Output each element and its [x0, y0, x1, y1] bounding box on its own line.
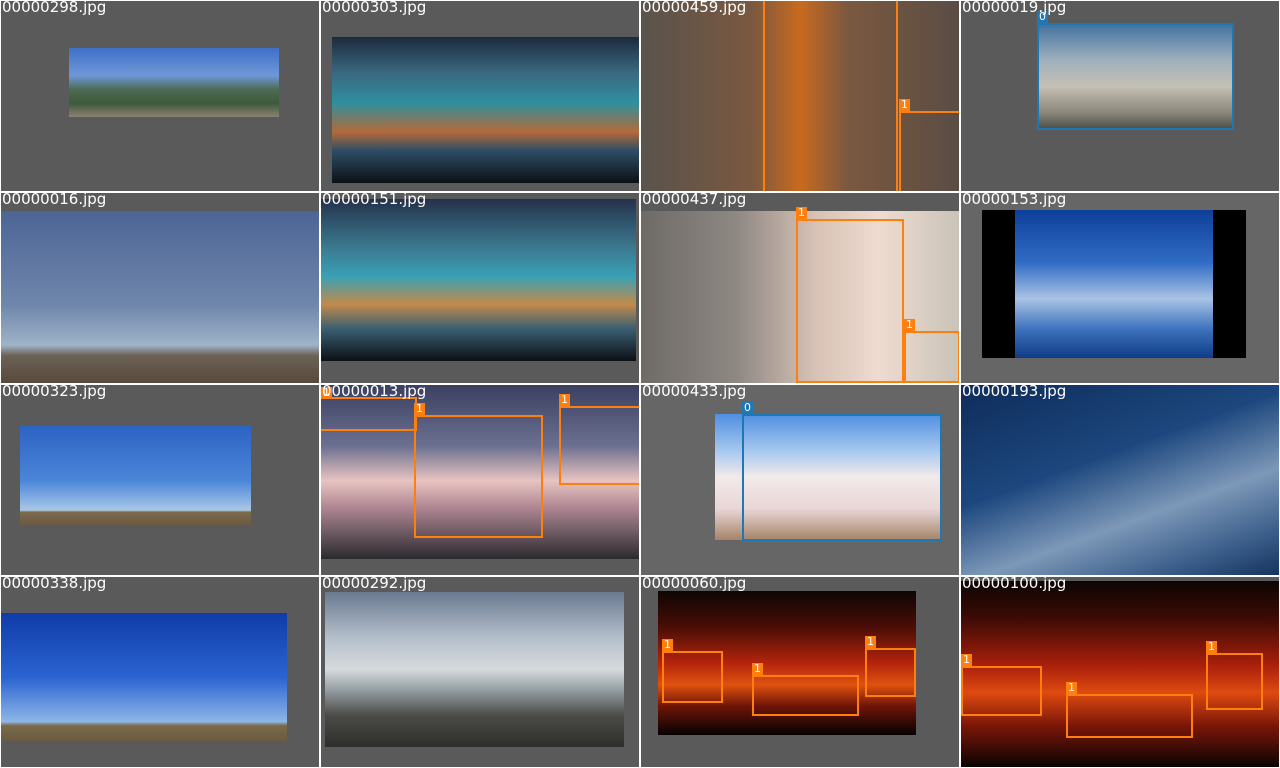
detection-box: [414, 415, 543, 538]
detection-label: 1: [904, 318, 915, 331]
image-mosaic: 00000298.jpg 00000303.jpg 1 00000459.jpg…: [0, 0, 1280, 768]
detection-box: [1037, 23, 1234, 130]
filename-label: 00000433.jpg: [642, 385, 747, 400]
detection-label: 1: [662, 638, 673, 651]
detection-box: [899, 111, 959, 191]
detection-box: [1206, 653, 1263, 710]
tile-00000193[interactable]: 00000193.jpg: [961, 385, 1279, 575]
detection-label: 1: [752, 662, 763, 675]
detection-label: 1: [414, 402, 425, 415]
detection-box: [763, 1, 898, 191]
tile-00000292[interactable]: 00000292.jpg: [321, 577, 639, 767]
filename-label: 00000193.jpg: [962, 385, 1067, 400]
detection-box: [752, 675, 859, 716]
detection-label: 1: [796, 206, 807, 219]
tile-00000013[interactable]: 1 1 1 00000013.jpg: [321, 385, 639, 575]
mountain-photo: [69, 48, 279, 117]
detection-box: [796, 219, 904, 383]
horizon-sky-photo: [1, 211, 319, 383]
sunset-sky-photo: [321, 199, 636, 361]
filename-label: 00000016.jpg: [2, 193, 107, 208]
filename-label: 00000151.jpg: [322, 193, 427, 208]
detection-box: [865, 648, 916, 697]
tile-00000151[interactable]: 00000151.jpg: [321, 193, 639, 383]
detection-box: [1066, 694, 1193, 738]
tile-00000433[interactable]: 0 00000433.jpg: [641, 385, 959, 575]
detection-label: 0: [742, 401, 753, 414]
tile-00000298[interactable]: 00000298.jpg: [1, 1, 319, 191]
detection-label: 1: [865, 635, 876, 648]
filename-label: 00000019.jpg: [962, 1, 1067, 16]
tile-00000153[interactable]: 00000153.jpg: [961, 193, 1279, 383]
detection-label: 1: [961, 653, 972, 666]
sunset-sky-photo: [332, 37, 639, 183]
tile-00000303[interactable]: 00000303.jpg: [321, 1, 639, 191]
detection-box: [559, 406, 639, 485]
detection-box: [742, 414, 942, 541]
tile-00000060[interactable]: 1 1 1 00000060.jpg: [641, 577, 959, 767]
filename-label: 00000013.jpg: [322, 385, 427, 400]
detection-box: [961, 666, 1042, 716]
tile-00000459[interactable]: 1 00000459.jpg: [641, 1, 959, 191]
filename-label: 00000153.jpg: [962, 193, 1067, 208]
detection-label: 1: [899, 98, 910, 111]
tile-00000100[interactable]: 1 1 1 00000100.jpg: [961, 577, 1279, 767]
filename-label: 00000292.jpg: [322, 577, 427, 592]
cloudscape-photo: [1015, 210, 1213, 358]
filename-label: 00000298.jpg: [2, 1, 107, 16]
detection-label: 1: [1066, 681, 1077, 694]
detection-box: [662, 651, 723, 703]
filename-label: 00000060.jpg: [642, 577, 747, 592]
tile-00000338[interactable]: 00000338.jpg: [1, 577, 319, 767]
detection-box: [321, 397, 417, 431]
detection-box: [904, 331, 959, 383]
tile-00000019[interactable]: 0 00000019.jpg: [961, 1, 1279, 191]
filename-label: 00000338.jpg: [2, 577, 107, 592]
detection-label: 1: [559, 393, 570, 406]
clear-sky-photo: [20, 426, 251, 525]
tile-00000016[interactable]: 00000016.jpg: [1, 193, 319, 383]
tile-00000323[interactable]: 00000323.jpg: [1, 385, 319, 575]
tile-00000437[interactable]: 1 1 00000437.jpg: [641, 193, 959, 383]
filename-label: 00000303.jpg: [322, 1, 427, 16]
clear-sky-photo: [1, 613, 287, 741]
rocky-shore-photo: [325, 592, 624, 747]
cloudscape-photo: [961, 385, 1279, 575]
detection-label: 1: [1206, 640, 1217, 653]
filename-label: 00000459.jpg: [642, 1, 747, 16]
filename-label: 00000100.jpg: [962, 577, 1067, 592]
filename-label: 00000323.jpg: [2, 385, 107, 400]
filename-label: 00000437.jpg: [642, 193, 747, 208]
